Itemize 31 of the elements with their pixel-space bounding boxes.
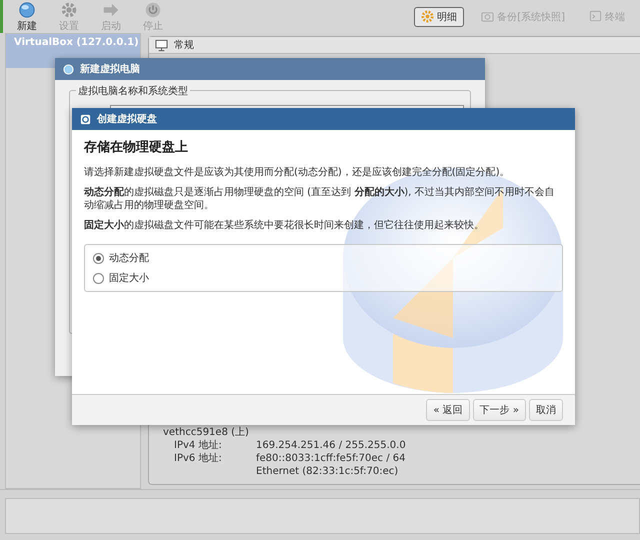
gear-icon (421, 10, 434, 23)
gear-icon (60, 0, 78, 18)
radio-option[interactable]: 固定大小 (93, 271, 554, 285)
globe-icon (18, 0, 36, 18)
terminal-icon (589, 10, 602, 23)
dialog-title: 创建虚拟硬盘 (97, 112, 157, 126)
sphere-icon (63, 64, 74, 74)
radio-button[interactable] (93, 272, 104, 284)
description-text: 固定大小的虚拟磁盘文件可能在某些系统中要花很长时间来创建，但它往往使用起来较快。 (84, 219, 485, 232)
section-title: 常规 (174, 38, 194, 52)
field-value: Ethernet (82:33:1c:5f:70:ec) (256, 465, 398, 478)
monitor-icon (155, 38, 168, 52)
dialog-button[interactable]: 下一步 » (472, 399, 526, 421)
dialog-button[interactable]: « 返回 (426, 399, 470, 421)
dialog-button[interactable]: 取消 (529, 399, 563, 421)
field-value: 169.254.251.46 / 255.255.0.0 (256, 439, 406, 452)
group-title: 虚拟电脑名称和系统类型 (76, 84, 190, 98)
page-heading: 存储在物理硬盘上 (84, 139, 189, 156)
interface-name: vethcc591e8 (上) (163, 426, 250, 439)
disk-icon (80, 114, 91, 124)
field-label: IPv6 地址: (173, 452, 223, 465)
description-text: 请选择新建虚拟硬盘文件是应该为其使用而分配(动态分配)，还是应该创建完全分配(固定分配)。 (84, 166, 511, 179)
toolbar-button[interactable]: 新建 (13, 0, 41, 32)
description-text: 动态分配的虚拟磁盘只是逐渐占用物理硬盘的空间 (直至达到 分配的大小), 不过当其内部空间不用时不会自动缩减占用的物理硬盘空间。 (84, 186, 556, 212)
power-icon (144, 0, 162, 18)
radio-option[interactable]: 动态分配 (93, 251, 554, 265)
view-button[interactable]: 明细 (414, 6, 464, 26)
field-label: IPv4 地址: (173, 439, 223, 452)
radio-button[interactable] (93, 252, 104, 264)
field-value: fe80::8033:1cff:fe5f:70ec / 64 (256, 452, 406, 465)
camera-icon (481, 10, 494, 23)
